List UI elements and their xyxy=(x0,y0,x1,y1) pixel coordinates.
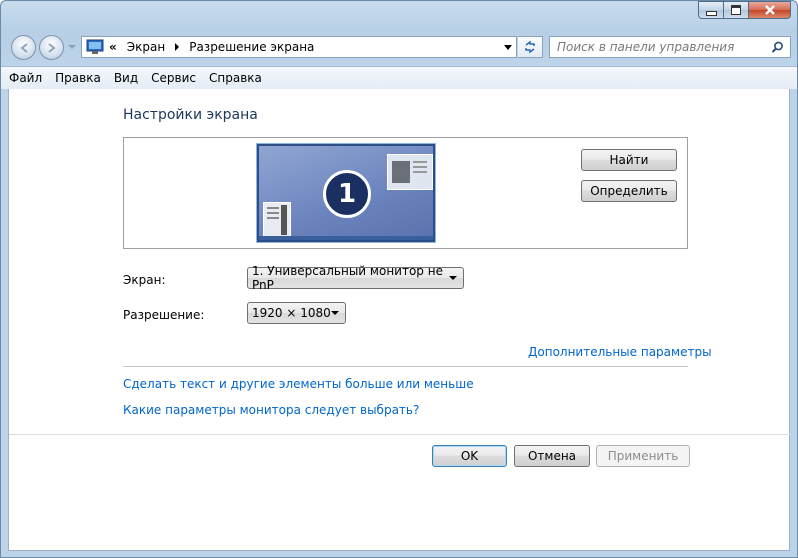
search-box[interactable]: Поиск в панели управления xyxy=(549,36,791,58)
breadcrumb-overflow[interactable]: « xyxy=(109,40,117,54)
detect-button[interactable]: Найти xyxy=(581,149,677,171)
apply-button-label: Применить xyxy=(607,449,679,463)
monitor-preview-panel: 1 Найти Определить xyxy=(123,137,688,249)
maximize-button[interactable] xyxy=(724,1,749,19)
chevron-down-icon xyxy=(68,45,76,49)
recent-pages-dropdown[interactable] xyxy=(67,40,77,54)
back-button[interactable] xyxy=(11,35,36,60)
text-size-link[interactable]: Сделать текст и другие элементы больше и… xyxy=(123,377,474,391)
minimize-icon xyxy=(705,10,717,16)
refresh-button[interactable] xyxy=(518,36,543,58)
address-history-chevron-icon[interactable] xyxy=(504,45,512,51)
resolution-select-value: 1920 × 1080 xyxy=(252,306,331,320)
chevron-down-icon xyxy=(331,311,339,315)
menu-file[interactable]: Файл xyxy=(9,71,42,85)
footer-divider xyxy=(9,434,791,435)
monitor-number-badge: 1 xyxy=(323,170,371,218)
address-bar[interactable]: « Экран Разрешение экрана xyxy=(81,36,517,58)
breadcrumb-separator-icon[interactable] xyxy=(173,43,181,51)
resolution-label: Разрешение: xyxy=(123,308,205,322)
menu-bar: Файл Правка Вид Сервис Справка xyxy=(1,66,797,90)
display-select-value: 1. Универсальный монитор не PnP xyxy=(252,264,443,292)
refresh-icon xyxy=(525,40,535,54)
search-input[interactable]: Поиск в панели управления xyxy=(557,40,734,54)
apply-button[interactable]: Применить xyxy=(596,445,690,467)
page-title: Настройки экрана xyxy=(123,107,258,123)
address-row: « Экран Разрешение экрана Поиск в панели… xyxy=(9,34,791,60)
breadcrumb-item-resolution[interactable]: Разрешение экрана xyxy=(189,40,314,54)
detect-button-label: Найти xyxy=(609,153,649,167)
window-thumbnail-icon xyxy=(387,154,433,190)
advanced-settings-link[interactable]: Дополнительные параметры xyxy=(528,345,712,359)
identify-button[interactable]: Определить xyxy=(581,180,677,202)
ok-button[interactable]: OK xyxy=(432,445,507,467)
minimize-button[interactable] xyxy=(698,1,724,19)
resolution-select[interactable]: 1920 × 1080 xyxy=(247,302,346,324)
forward-button[interactable] xyxy=(39,35,64,60)
caption-buttons xyxy=(698,1,791,19)
divider xyxy=(123,366,688,367)
cancel-button-label: Отмена xyxy=(527,449,577,463)
ok-button-label: OK xyxy=(460,449,479,463)
forward-arrow-icon xyxy=(47,42,56,53)
menu-tools[interactable]: Сервис xyxy=(151,71,196,85)
breadcrumb-item-screen[interactable]: Экран xyxy=(127,40,165,54)
monitor-1-thumbnail[interactable]: 1 xyxy=(256,143,436,243)
window: « Экран Разрешение экрана Поиск в панели… xyxy=(0,0,798,558)
identify-button-label: Определить xyxy=(590,184,668,198)
close-icon xyxy=(764,5,775,15)
display-label: Экран: xyxy=(123,273,166,287)
menu-edit[interactable]: Правка xyxy=(55,71,101,85)
which-settings-link[interactable]: Какие параметры монитора следует выбрать… xyxy=(123,403,419,417)
document-thumbnail-icon xyxy=(263,202,291,238)
display-select[interactable]: 1. Универсальный монитор не PnP xyxy=(247,264,464,292)
back-arrow-icon xyxy=(19,42,28,53)
chevron-down-icon xyxy=(449,276,457,280)
content-area: Настройки экрана 1 Найти Определить Экра… xyxy=(8,89,791,551)
close-button[interactable] xyxy=(749,1,791,19)
menu-view[interactable]: Вид xyxy=(114,71,138,85)
menu-help[interactable]: Справка xyxy=(209,71,262,85)
cancel-button[interactable]: Отмена xyxy=(514,445,590,467)
maximize-icon xyxy=(731,5,741,15)
control-panel-icon xyxy=(86,39,104,54)
search-icon[interactable] xyxy=(771,41,784,54)
